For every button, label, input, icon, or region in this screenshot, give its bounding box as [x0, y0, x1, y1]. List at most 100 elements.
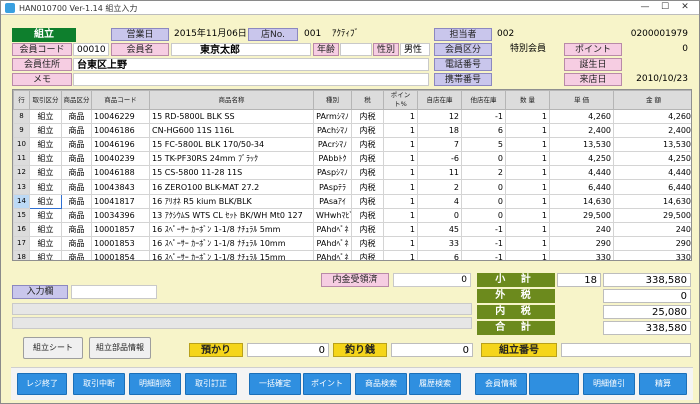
table-cell[interactable]: 1	[383, 207, 418, 223]
table-cell[interactable]: 組立	[29, 221, 62, 237]
function-key-10-button[interactable]	[529, 373, 579, 395]
table-cell[interactable]: 1	[505, 108, 550, 125]
function-key-11-button[interactable]: 明細値引	[583, 373, 635, 395]
table-cell[interactable]: 4,260	[613, 108, 691, 125]
table-cell[interactable]: -6	[417, 151, 462, 167]
table-cell[interactable]: 1	[505, 193, 550, 209]
table-cell[interactable]: 組立	[29, 137, 62, 153]
table-cell[interactable]: 内税	[351, 193, 384, 209]
table-cell[interactable]: 29,500	[613, 207, 691, 223]
table-cell[interactable]: 12	[417, 108, 462, 125]
table-cell[interactable]: 1	[383, 137, 418, 153]
table-row[interactable]: 12 組立 商品 10046188 15 CS-5800 11-28 11S PAspｼﾏ…	[13, 165, 691, 181]
table-cell[interactable]: 2,400	[613, 123, 691, 139]
table-cell[interactable]: 15 CS-5800 11-28 11S	[149, 165, 314, 181]
table-cell[interactable]: 1	[505, 151, 550, 167]
table-cell[interactable]: 0	[417, 207, 462, 223]
assembly-parts-button[interactable]: 組立部品情報	[89, 337, 151, 359]
address-field[interactable]: 台東区上野	[73, 58, 429, 71]
table-cell[interactable]: 組立	[29, 207, 62, 223]
table-cell[interactable]: 17	[13, 235, 30, 251]
deposit-field[interactable]: 0	[247, 343, 329, 357]
table-cell[interactable]: PAchｼﾏﾉ	[313, 123, 352, 139]
table-row[interactable]: 8 組立 商品 10046229 15 RD-5800L BLK SS PArmｼﾏﾉ 内税…	[13, 108, 691, 125]
table-cell[interactable]: 14,630	[549, 193, 614, 209]
table-cell[interactable]: 1	[383, 249, 418, 260]
table-cell[interactable]: PAspﾃﾗ	[313, 179, 352, 195]
table-cell[interactable]: 2,400	[549, 123, 614, 139]
table-cell[interactable]: 10043843	[91, 179, 150, 195]
table-cell[interactable]: 商品	[61, 193, 92, 209]
table-cell[interactable]: 商品	[61, 108, 92, 125]
table-cell[interactable]: 商品	[61, 207, 92, 223]
table-cell[interactable]: 10001857	[91, 221, 150, 237]
table-cell[interactable]: 1	[383, 235, 418, 251]
table-row[interactable]: 18 組立 商品 10001854 16 ｽﾍﾟｰｻｰ ｶｰﾎﾞﾝ 1-1/8 ﾅﾁｭﾗ…	[13, 249, 691, 260]
table-cell[interactable]: 11	[417, 165, 462, 181]
close-button[interactable]: ✕	[677, 2, 693, 13]
table-cell[interactable]: 組立	[29, 179, 62, 195]
table-cell[interactable]: 1	[383, 151, 418, 167]
table-cell[interactable]: 16 ｽﾍﾟｰｻｰ ｶｰﾎﾞﾝ 1-1/8 ﾅﾁｭﾗﾙ 5mm	[149, 221, 314, 237]
table-cell[interactable]: 290	[549, 235, 614, 251]
table-cell[interactable]: -1	[461, 221, 506, 237]
table-cell[interactable]: 15	[13, 207, 30, 223]
table-cell[interactable]: 0	[461, 207, 506, 223]
table-cell[interactable]: 16 ｽﾍﾟｰｻｰ ｶｰﾎﾞﾝ 1-1/8 ﾅﾁｭﾗﾙ 10mm	[149, 235, 314, 251]
table-row[interactable]: 16 組立 商品 10001857 16 ｽﾍﾟｰｻｰ ｶｰﾎﾞﾝ 1-1/8 ﾅﾁｭﾗ…	[13, 221, 691, 237]
function-key-7-button[interactable]: 商品検索	[355, 373, 407, 395]
table-cell[interactable]: 2	[417, 179, 462, 195]
table-cell[interactable]: 15 TK-PF30RS 24mm ﾌﾞﾗｯｸ	[149, 151, 314, 167]
assembly-sheet-button[interactable]: 組立シート	[23, 337, 83, 359]
table-cell[interactable]: 1	[383, 193, 418, 209]
table-row[interactable]: 13 組立 商品 10043843 16 ZERO100 BLK-MAT 27.2 PAs…	[13, 179, 691, 195]
age-field[interactable]	[340, 43, 372, 56]
table-cell[interactable]: 組立	[29, 249, 62, 260]
table-cell[interactable]: 16 ｽﾍﾟｰｻｰ ｶｰﾎﾞﾝ 1-1/8 ﾅﾁｭﾗﾙ 15mm	[149, 249, 314, 260]
table-cell[interactable]: 商品	[61, 179, 92, 195]
memo-field[interactable]	[73, 73, 429, 86]
table-cell[interactable]: 10046196	[91, 137, 150, 153]
table-cell[interactable]: 13	[13, 179, 30, 195]
table-cell[interactable]: 商品	[61, 137, 92, 153]
table-cell[interactable]: 18	[417, 123, 462, 139]
table-cell[interactable]: CN-HG600 11S 116L	[149, 123, 314, 139]
input-field[interactable]	[71, 285, 157, 299]
table-cell[interactable]: 15 FC-5800L BLK 170/50-34	[149, 137, 314, 153]
table-cell[interactable]: 4,260	[549, 108, 614, 125]
table-cell[interactable]: 1	[383, 221, 418, 237]
table-cell[interactable]: 1	[383, 108, 418, 125]
member-name-field[interactable]: 東京太郎	[171, 43, 311, 56]
table-cell[interactable]: 10034396	[91, 207, 150, 223]
table-cell[interactable]: 45	[417, 221, 462, 237]
table-cell[interactable]: 10001853	[91, 235, 150, 251]
function-key-6-button[interactable]: ポイント	[303, 373, 351, 395]
table-cell[interactable]: 6,440	[549, 179, 614, 195]
table-cell[interactable]: 内税	[351, 123, 384, 139]
table-cell[interactable]: -1	[461, 249, 506, 260]
table-cell[interactable]: 組立	[29, 165, 62, 181]
table-cell[interactable]: 組立	[29, 235, 62, 251]
table-cell[interactable]: 1	[505, 179, 550, 195]
table-cell[interactable]: 5	[461, 137, 506, 153]
table-cell[interactable]: PAsaｱｲ	[313, 193, 352, 209]
table-cell[interactable]: 330	[613, 249, 691, 260]
table-cell[interactable]: PAhdﾍﾟﾈ	[313, 221, 352, 237]
table-cell[interactable]: 4,440	[549, 165, 614, 181]
table-cell[interactable]: 内税	[351, 207, 384, 223]
table-cell[interactable]: 1	[505, 137, 550, 153]
table-cell[interactable]: 組立	[29, 123, 62, 139]
table-cell[interactable]: 1	[383, 179, 418, 195]
table-cell[interactable]: 1	[505, 165, 550, 181]
table-cell[interactable]: 1	[505, 207, 550, 223]
table-cell[interactable]: 1	[505, 235, 550, 251]
table-cell[interactable]: 6,440	[613, 179, 691, 195]
table-cell[interactable]: 16 ｱﾘｵﾈ R5 kium BLK/BLK	[149, 193, 314, 209]
table-cell[interactable]: PAcrｼﾏﾉ	[313, 137, 352, 153]
table-cell[interactable]: 33	[417, 235, 462, 251]
table-cell[interactable]: 240	[549, 221, 614, 237]
table-cell[interactable]: 10046186	[91, 123, 150, 139]
table-cell[interactable]: PArmｼﾏﾉ	[313, 108, 352, 125]
table-cell[interactable]: 1	[505, 221, 550, 237]
table-cell[interactable]: 内税	[351, 179, 384, 195]
